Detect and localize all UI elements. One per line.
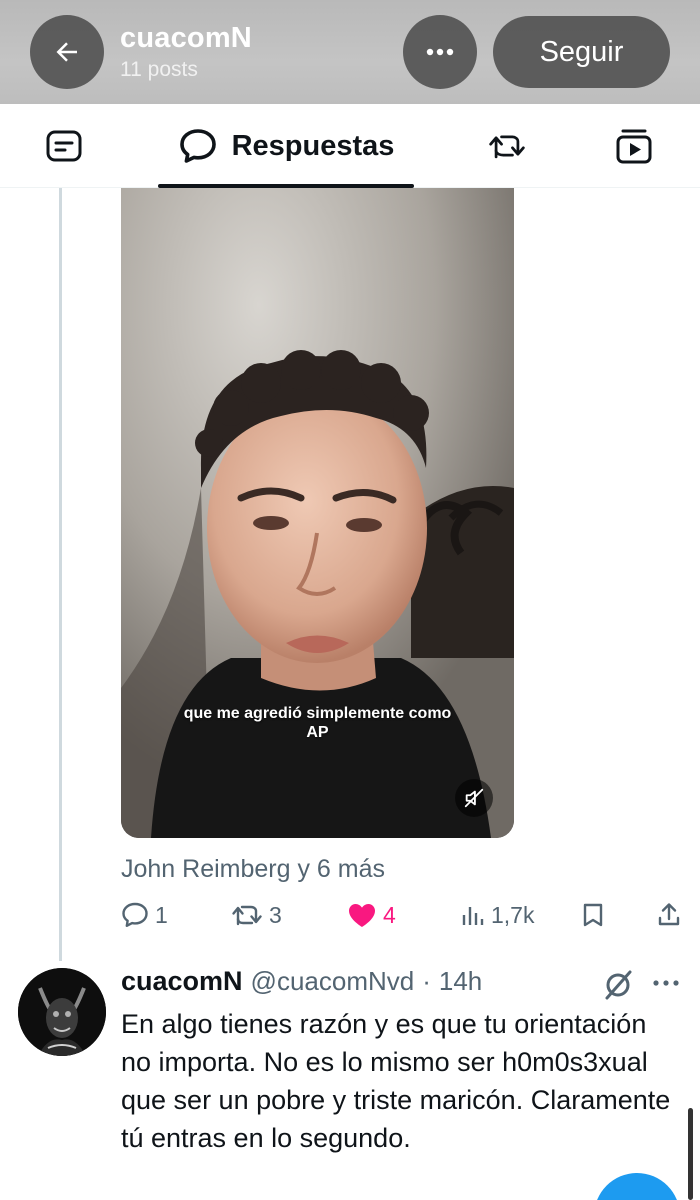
more-horizontal-icon	[653, 980, 679, 986]
caption-line-2: AP	[306, 724, 329, 741]
bookmark-icon	[583, 903, 603, 927]
tab-reposts[interactable]	[487, 126, 527, 166]
views-button[interactable]: 1,7k	[461, 898, 534, 932]
more-horizontal-icon	[426, 48, 454, 56]
scrollbar[interactable]	[688, 1108, 693, 1200]
more-button[interactable]	[403, 15, 477, 89]
analytics-icon	[462, 907, 484, 925]
action-bar: 1 3 4 1,7k	[121, 898, 691, 932]
profile-header: cuacomN 11 posts Seguir	[0, 0, 700, 104]
back-button[interactable]	[30, 15, 104, 89]
grok-button[interactable]	[602, 969, 634, 1001]
tab-replies[interactable]: Respuestas	[158, 104, 414, 188]
tweet-text: En algo tienes razón y es que tu orienta…	[121, 1009, 671, 1153]
timestamp[interactable]: 14h	[439, 966, 482, 997]
bookmark-button[interactable]	[582, 898, 604, 932]
media-icon	[616, 129, 652, 164]
author-handle[interactable]: @cuacomNvd	[251, 966, 415, 997]
like-button[interactable]: 4	[347, 898, 396, 932]
follow-button[interactable]: Seguir	[493, 16, 670, 88]
grok-icon	[605, 970, 632, 1000]
repost-icon	[489, 135, 525, 159]
tab-replies-label: Respuestas	[231, 129, 395, 162]
thread-connector	[59, 188, 62, 961]
profile-name: cuacomN	[120, 22, 252, 54]
speech-bubble-icon	[179, 129, 216, 163]
reply-button[interactable]: 1	[121, 898, 168, 932]
video-caption: que me agredió simplemente como AP	[121, 704, 514, 742]
compose-button[interactable]	[594, 1173, 680, 1200]
video-player[interactable]: que me agredió simplemente como AP	[121, 188, 514, 838]
tweet-more-button[interactable]	[648, 970, 684, 996]
separator-dot: ·	[422, 966, 431, 996]
tweet-header: cuacomN @cuacomNvd · 14h	[121, 966, 482, 1000]
profile-tabs: Respuestas	[0, 104, 700, 188]
reply-count: 1	[155, 901, 168, 928]
view-count: 1,7k	[491, 901, 535, 928]
heart-filled-icon	[349, 904, 375, 927]
reply-icon	[122, 902, 148, 927]
tab-media[interactable]	[614, 126, 654, 166]
caption-line-1: que me agredió simplemente como	[183, 705, 452, 722]
social-context[interactable]: John Reimberg y 6 más	[121, 855, 385, 884]
avatar-image	[18, 968, 106, 1056]
speaker-muted-icon	[464, 788, 484, 808]
avatar[interactable]	[18, 968, 106, 1056]
repost-button[interactable]: 3	[231, 898, 282, 932]
share-button[interactable]	[657, 898, 681, 932]
posts-icon	[46, 130, 82, 162]
repost-count: 3	[269, 901, 282, 928]
post-count: 11 posts	[120, 58, 198, 81]
author-name[interactable]: cuacomN	[121, 966, 243, 997]
arrow-left-icon	[56, 42, 77, 62]
like-count: 4	[383, 901, 396, 928]
repost-icon	[232, 905, 262, 926]
share-icon	[658, 903, 680, 926]
tab-posts[interactable]	[44, 126, 84, 166]
mute-button[interactable]	[455, 779, 493, 817]
